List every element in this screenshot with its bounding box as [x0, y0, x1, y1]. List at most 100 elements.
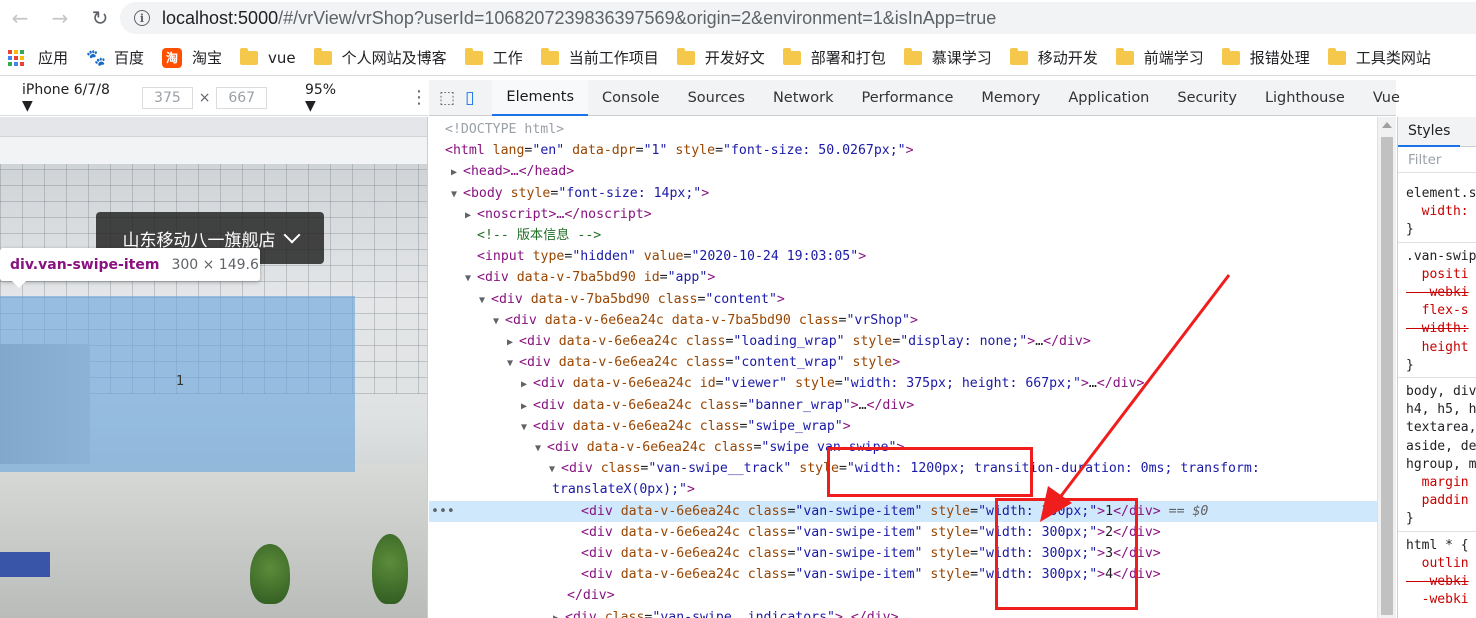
dom-node[interactable]: ▼ <body style="font-size: 14px;">: [429, 183, 1377, 204]
dom-node[interactable]: ▼ <div data-v-7ba5bd90 id="app">: [429, 267, 1377, 288]
tab-network[interactable]: Network: [759, 80, 848, 116]
bookmark-item[interactable]: 工作: [464, 47, 523, 68]
tab-lighthouse[interactable]: Lighthouse: [1251, 80, 1359, 116]
style-rule-line: width:: [1406, 204, 1469, 220]
scrollbar-thumb[interactable]: [1381, 137, 1393, 615]
folder-icon: [1009, 47, 1028, 65]
style-rule-line: element.s: [1406, 186, 1476, 201]
dom-node[interactable]: <!DOCTYPE html>: [429, 119, 1377, 140]
style-rule-line: hgroup, m: [1406, 456, 1476, 472]
bookmark-item[interactable]: 前端学习: [1115, 47, 1204, 68]
tab-application[interactable]: Application: [1054, 80, 1163, 116]
style-rule-line: html * {: [1406, 537, 1469, 553]
device-height-input[interactable]: 667: [216, 86, 267, 109]
address-bar: ← → ↻ i localhost:5000/#/vrView/vrShop?u…: [0, 0, 1476, 36]
style-rule-line: }: [1406, 357, 1414, 373]
style-rule-line: margin: [1406, 475, 1469, 490]
bookmark-item[interactable]: 慕课学习: [903, 47, 992, 68]
style-rule-line: height: [1406, 339, 1469, 355]
bookmark-item[interactable]: 应用: [0, 47, 68, 68]
tab-console[interactable]: Console: [588, 80, 674, 116]
dom-node[interactable]: ▼ <div data-v-6e6ea24c class="swipe_wrap"…: [429, 416, 1377, 437]
style-rule-line: width:: [1406, 321, 1469, 337]
devtools-tabbar: ⬚ ▯ Elements Console Sources Network Perform…: [429, 79, 1400, 116]
styles-filter-input[interactable]: Filter: [1398, 147, 1476, 173]
tab-performance[interactable]: Performance: [847, 80, 967, 116]
dom-node[interactable]: ▶<div class="van-swipe__indicators">…</d…: [429, 607, 1377, 618]
dom-node[interactable]: <html lang="en" data-dpr="1" style="font…: [429, 140, 1377, 161]
bookmark-item[interactable]: 移动开发: [1009, 47, 1098, 68]
sofa: [0, 552, 50, 577]
dom-node[interactable]: ▶ <div data-v-6e6ea24c id="viewer" style=…: [429, 373, 1377, 394]
scrollbar[interactable]: [1377, 117, 1396, 618]
tab-styles[interactable]: Styles: [1398, 117, 1461, 147]
dom-node[interactable]: ▶ <noscript>…</noscript>: [429, 204, 1377, 225]
scroll-up-icon[interactable]: [1382, 122, 1392, 128]
inspect-element-icon[interactable]: ⬚: [439, 88, 455, 108]
device-toggle-icon[interactable]: ▯: [465, 88, 474, 108]
dom-node[interactable]: ▶ <div data-v-6e6ea24c class="banner_wrap…: [429, 395, 1377, 416]
device-toolbar: iPhone 6/7/8 ▼ 375 × 667 95% ▼ ⋮: [0, 80, 428, 116]
elements-tree: <!DOCTYPE html> <html lang="en" data-dpr=…: [429, 117, 1377, 618]
bookmark-item[interactable]: 淘淘宝: [162, 47, 222, 68]
back-arrow-icon[interactable]: ←: [0, 0, 40, 36]
site-info-icon[interactable]: i: [134, 10, 150, 26]
url-path: /#/vrView/vrShop?userId=1068207239836397…: [278, 7, 997, 28]
dom-node[interactable]: <input type="hidden" value="2020-10-24 1…: [429, 246, 1377, 267]
folder-icon: [464, 47, 483, 65]
ruler: [0, 117, 427, 137]
dom-node[interactable]: <div data-v-6e6ea24c class="van-swipe-it…: [429, 522, 1377, 543]
tab-elements[interactable]: Elements: [492, 79, 589, 116]
style-rule-line: h4, h5, h: [1406, 402, 1476, 418]
style-rule-line: textarea,: [1406, 420, 1476, 436]
folder-icon: [676, 47, 695, 65]
folder-icon: [313, 47, 332, 65]
url-host: localhost:5000: [162, 7, 279, 28]
inspected-element-overlay: 1: [0, 296, 355, 472]
bookmark-item[interactable]: 工具类网站: [1327, 47, 1431, 68]
dom-node[interactable]: ▼ <div data-v-7ba5bd90 class="content">: [429, 289, 1377, 310]
bookmark-item[interactable]: 个人网站及博客: [313, 47, 447, 68]
tooltip-selector: div.van-swipe-item: [10, 256, 160, 273]
tab-sources[interactable]: Sources: [674, 80, 759, 116]
divider: [1398, 241, 1476, 243]
bookmark-label: 开发好文: [704, 49, 765, 67]
dom-node[interactable]: <div data-v-6e6ea24c class="van-swipe-it…: [429, 564, 1377, 585]
dimension-separator: ×: [198, 89, 211, 106]
reload-icon[interactable]: ↻: [80, 0, 120, 36]
dom-node[interactable]: ▶ <div data-v-6e6ea24c class="loading_wra…: [429, 331, 1377, 352]
url-field[interactable]: i localhost:5000/#/vrView/vrShop?userId=…: [120, 2, 1476, 34]
bookmark-label: 当前工作项目: [568, 49, 659, 67]
device-width-input[interactable]: 375: [142, 86, 193, 109]
dom-node[interactable]: <!-- 版本信息 -->: [429, 225, 1377, 246]
dom-node[interactable]: </div>: [429, 585, 1377, 606]
device-select[interactable]: iPhone 6/7/8 ▼: [22, 82, 122, 114]
bookmark-item[interactable]: 当前工作项目: [540, 47, 659, 68]
dom-node[interactable]: ▼ <div data-v-6e6ea24c data-v-7ba5bd90 cl…: [429, 310, 1377, 331]
dom-node[interactable]: <div data-v-6e6ea24c class="van-swipe-it…: [429, 543, 1377, 564]
shop-name: 山东移动八一旗舰店: [122, 230, 276, 251]
bookmark-item[interactable]: vue: [240, 47, 296, 67]
bookmark-label: 报错处理: [1249, 49, 1310, 67]
bookmark-item[interactable]: 部署和打包: [782, 47, 886, 68]
folder-icon: [782, 47, 801, 65]
tooltip-size: 300 × 149.6: [171, 256, 259, 273]
tab-security[interactable]: Security: [1163, 80, 1251, 116]
bookmark-label: vue: [268, 48, 296, 67]
dom-node[interactable]: ▶ <head>…</head>: [429, 161, 1377, 182]
bookmark-label: 慕课学习: [931, 49, 992, 67]
style-rule-line: flex-s: [1406, 303, 1469, 319]
bookmark-item[interactable]: 🐾 百度: [86, 47, 144, 68]
bookmark-item[interactable]: 报错处理: [1221, 47, 1310, 68]
zoom-select[interactable]: 95% ▼: [305, 82, 350, 114]
more-options-icon[interactable]: ⋮: [410, 87, 428, 108]
bookmark-label: 淘宝: [192, 49, 223, 67]
tab-memory[interactable]: Memory: [967, 80, 1054, 116]
tab-vue[interactable]: Vue: [1359, 80, 1414, 116]
divider: [1398, 377, 1476, 378]
dom-node-selected[interactable]: <div data-v-6e6ea24c class="van-swipe-it…: [429, 500, 1377, 522]
forward-arrow-icon[interactable]: →: [40, 0, 80, 36]
dom-node[interactable]: ▼ <div data-v-6e6ea24c class="content_wra…: [429, 352, 1377, 373]
style-rule-line: -webki: [1406, 592, 1469, 608]
bookmark-item[interactable]: 开发好文: [676, 47, 765, 68]
